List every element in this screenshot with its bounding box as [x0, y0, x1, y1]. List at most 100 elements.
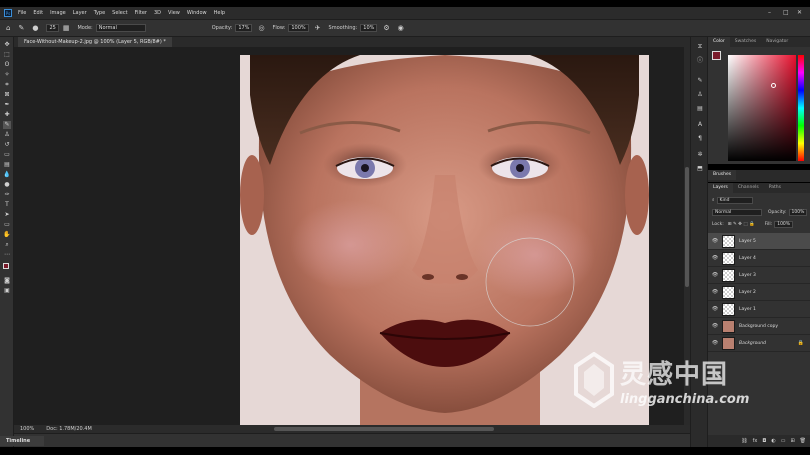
history-icon[interactable]: ⧖ — [696, 43, 704, 51]
properties-icon[interactable]: ▤ — [696, 105, 704, 113]
blend-mode-select[interactable]: Normal — [712, 208, 762, 216]
info-icon[interactable]: ⓘ — [696, 57, 704, 65]
eye-icon[interactable]: 👁 — [711, 255, 719, 261]
layer-name[interactable]: Layer 3 — [739, 273, 756, 278]
foreground-swatch[interactable] — [712, 51, 721, 60]
menu-image[interactable]: Image — [50, 10, 66, 16]
smoothing-field[interactable]: 10% — [360, 24, 378, 32]
history-brush-icon[interactable]: ↺ — [3, 141, 11, 149]
crop-tool-icon[interactable]: ⌗ — [3, 81, 11, 89]
layer-row[interactable]: 👁 Layer 3 — [708, 267, 810, 284]
quick-mask-icon[interactable]: ◙ — [3, 277, 11, 285]
vertical-scroll-thumb[interactable] — [685, 167, 689, 287]
brush-size-field[interactable]: 25 — [46, 24, 59, 32]
zoom-level[interactable]: 100% — [20, 426, 34, 432]
layer-name[interactable]: Layer 4 — [739, 256, 756, 261]
eye-icon[interactable]: 👁 — [711, 238, 719, 244]
tab-brushes[interactable]: Brushes — [708, 170, 737, 180]
type-tool-icon[interactable]: T — [3, 201, 11, 209]
tab-color[interactable]: Color — [708, 37, 730, 47]
tab-layers[interactable]: Layers — [708, 183, 733, 193]
dodge-tool-icon[interactable]: ● — [3, 181, 11, 189]
layer-row[interactable]: 👁 Background copy — [708, 318, 810, 335]
layer-filter-select[interactable]: Kind — [716, 196, 753, 204]
menu-edit[interactable]: Edit — [33, 10, 43, 16]
hand-tool-icon[interactable]: ✋ — [3, 231, 11, 239]
brush-preset-icon[interactable]: ● — [32, 24, 38, 32]
marquee-tool-icon[interactable]: ⬚ — [3, 51, 11, 59]
new-layer-icon[interactable]: ⊞ — [790, 438, 794, 444]
airbrush-icon[interactable]: ✈ — [315, 24, 321, 32]
layer-name[interactable]: Layer 1 — [739, 307, 756, 312]
menu-filter[interactable]: Filter — [135, 10, 147, 16]
layer-name[interactable]: Layer 5 — [739, 239, 756, 244]
menu-help[interactable]: Help — [214, 10, 225, 16]
menu-view[interactable]: View — [168, 10, 180, 16]
menu-window[interactable]: Window — [187, 10, 207, 16]
clone-source-icon[interactable]: ♙ — [696, 91, 704, 99]
stamp-tool-icon[interactable]: ♙ — [3, 131, 11, 139]
layer-row[interactable]: 👁 Layer 5 — [708, 233, 810, 250]
screen-mode-icon[interactable]: ▣ — [3, 287, 11, 295]
blur-tool-icon[interactable]: 💧 — [3, 171, 11, 179]
fill-field[interactable]: 100% — [774, 220, 794, 228]
layer-row[interactable]: 👁 Layer 2 — [708, 284, 810, 301]
brush-settings-panel-icon[interactable]: ✎ — [696, 77, 704, 85]
trash-icon[interactable]: 🗑 — [800, 438, 806, 444]
eye-icon[interactable]: 👁 — [711, 272, 719, 278]
brush-tool-icon[interactable]: ✎ — [3, 121, 11, 129]
tab-navigator[interactable]: Navigator — [761, 37, 793, 47]
mode-select[interactable]: Normal — [95, 24, 146, 32]
foreground-color-swatch[interactable] — [3, 263, 9, 269]
mask-icon[interactable]: ◘ — [762, 438, 766, 444]
maximize-button[interactable]: □ — [783, 9, 789, 16]
group-icon[interactable]: ▭ — [781, 438, 786, 444]
rectangle-tool-icon[interactable]: ▭ — [3, 221, 11, 229]
doc-info[interactable]: Doc: 1.78M/20.4M — [46, 426, 92, 432]
close-button[interactable]: ✕ — [797, 9, 802, 16]
eye-icon[interactable]: 👁 — [711, 289, 719, 295]
layer-name[interactable]: Background — [739, 341, 766, 346]
minimize-button[interactable]: – — [768, 9, 771, 16]
pen-tool-icon[interactable]: ✑ — [3, 191, 11, 199]
styles-icon[interactable]: ⬒ — [696, 165, 704, 173]
adjustment-layer-icon[interactable]: ◐ — [771, 438, 775, 444]
layer-name[interactable]: Layer 2 — [739, 290, 756, 295]
move-tool-icon[interactable]: ✥ — [3, 41, 11, 49]
menu-3d[interactable]: 3D — [154, 10, 161, 16]
adjustments-icon[interactable]: ✲ — [696, 151, 704, 159]
brush-tool-icon[interactable]: ✎ — [18, 24, 24, 32]
menu-select[interactable]: Select — [112, 10, 127, 16]
menu-type[interactable]: Type — [94, 10, 105, 16]
character-icon[interactable]: A — [696, 121, 704, 129]
healing-tool-icon[interactable]: ✚ — [3, 111, 11, 119]
zoom-tool-icon[interactable]: ⌕ — [3, 241, 11, 249]
tab-channels[interactable]: Channels — [733, 183, 764, 193]
home-icon[interactable]: ⌂ — [6, 24, 10, 32]
timeline-tab[interactable]: Timeline — [0, 436, 44, 446]
more-tools-icon[interactable]: ⋯ — [3, 251, 11, 259]
opacity-field[interactable]: 17% — [235, 24, 253, 32]
gradient-tool-icon[interactable]: ▤ — [3, 161, 11, 169]
document-tab[interactable]: Face-Without-Makeup-2.jpg @ 100% (Layer … — [18, 37, 172, 47]
layer-row[interactable]: 👁 Layer 4 — [708, 250, 810, 267]
eye-icon[interactable]: 👁 — [711, 306, 719, 312]
quick-select-tool-icon[interactable]: ✧ — [3, 71, 11, 79]
layer-opacity-field[interactable]: 100% — [788, 208, 808, 216]
path-select-tool-icon[interactable]: ➤ — [3, 211, 11, 219]
eraser-tool-icon[interactable]: ▭ — [3, 151, 11, 159]
flow-field[interactable]: 100% — [288, 24, 309, 32]
layer-row[interactable]: 👁 Layer 1 — [708, 301, 810, 318]
brush-settings-icon[interactable]: ▦ — [63, 24, 70, 32]
link-icon[interactable]: ⛓ — [741, 438, 747, 444]
layer-name[interactable]: Background copy — [739, 324, 778, 329]
eye-icon[interactable]: 👁 — [711, 340, 719, 346]
eyedropper-tool-icon[interactable]: ✒ — [3, 101, 11, 109]
eye-icon[interactable]: 👁 — [711, 323, 719, 329]
tab-swatches[interactable]: Swatches — [730, 37, 762, 47]
frame-tool-icon[interactable]: ⊠ — [3, 91, 11, 99]
lasso-tool-icon[interactable]: ʘ — [3, 61, 11, 69]
lock-icons[interactable]: ⊞ ✎ ✥ ⬚ 🔒 — [728, 222, 755, 227]
horizontal-scroll-thumb[interactable] — [274, 427, 494, 431]
pressure-size-icon[interactable]: ◉ — [398, 24, 404, 32]
